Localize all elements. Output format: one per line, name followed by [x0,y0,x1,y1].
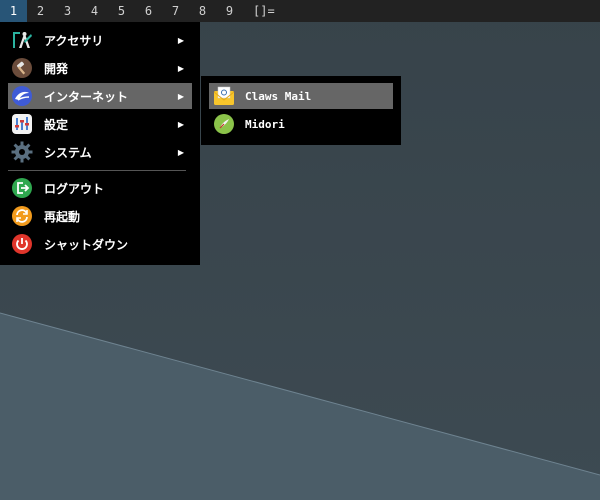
mail-icon [213,85,235,107]
main-menu: アクセサリ ▶ 開発 ▶ インターネット ▶ 設定 ▶ システム ▶ ログアウト… [0,22,200,265]
accessories-icon [11,29,33,51]
settings-icon [11,113,33,135]
submenu-item-label: Midori [245,117,285,131]
menu-item-label: 開発 [44,61,69,76]
submenu-arrow-icon: ▶ [177,147,184,157]
workspace-5[interactable]: 5 [108,0,135,22]
menu-item-label: ログアウト [44,181,105,196]
submenu-item-claws-mail[interactable]: Claws Mail [209,83,393,109]
workspace-3[interactable]: 3 [54,0,81,22]
system-gear-icon [11,141,33,163]
power-icon [11,233,33,255]
workspace-1[interactable]: 1 [0,0,27,22]
menu-item-development[interactable]: 開発 ▶ [8,55,192,81]
menu-item-shutdown[interactable]: シャットダウン [8,231,192,257]
submenu-arrow-icon: ▶ [177,119,184,129]
menu-item-label: シャットダウン [44,237,129,252]
top-bar: 1 2 3 4 5 6 7 8 9 []= [0,0,600,22]
workspace-7[interactable]: 7 [162,0,189,22]
development-icon [11,57,33,79]
menu-item-label: インターネット [44,89,129,104]
internet-icon [11,85,33,107]
submenu-arrow-icon: ▶ [177,63,184,73]
menu-item-label: 設定 [44,117,69,132]
workspace-6[interactable]: 6 [135,0,162,22]
layout-indicator[interactable]: []= [253,4,275,18]
menu-item-settings[interactable]: 設定 ▶ [8,111,192,137]
workspace-9[interactable]: 9 [216,0,243,22]
submenu-arrow-icon: ▶ [177,91,184,101]
menu-item-label: システム [44,145,92,160]
menu-separator [8,170,186,171]
menu-item-label: アクセサリ [44,33,104,48]
reboot-icon [11,205,33,227]
menu-item-reboot[interactable]: 再起動 [8,203,192,229]
menu-item-label: 再起動 [44,209,81,224]
submenu-item-label: Claws Mail [245,89,312,103]
menu-item-logout[interactable]: ログアウト [8,175,192,201]
workspace-4[interactable]: 4 [81,0,108,22]
menu-item-system[interactable]: システム ▶ [8,139,192,165]
workspace-2[interactable]: 2 [27,0,54,22]
logout-icon [11,177,33,199]
internet-submenu: Claws Mail Midori [201,76,401,145]
browser-icon [213,113,235,135]
workspace-8[interactable]: 8 [189,0,216,22]
menu-item-accessories[interactable]: アクセサリ ▶ [8,27,192,53]
menu-item-internet[interactable]: インターネット ▶ [8,83,192,109]
submenu-arrow-icon: ▶ [177,35,184,45]
submenu-item-midori[interactable]: Midori [209,111,393,137]
